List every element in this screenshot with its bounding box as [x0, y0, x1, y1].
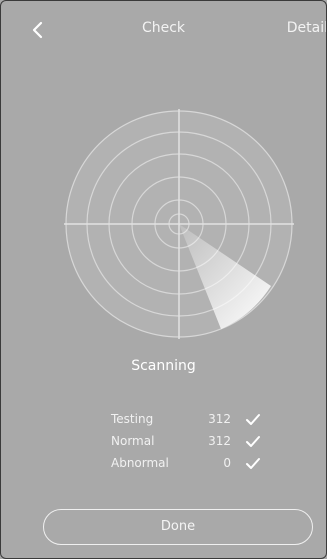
check-icon	[246, 436, 260, 447]
done-button[interactable]: Done	[43, 509, 313, 545]
check-icon	[246, 414, 260, 425]
stat-value: 0	[223, 456, 231, 470]
stat-label: Abnormal	[111, 456, 169, 470]
detail-button[interactable]: Detail	[287, 20, 326, 36]
stats-list: Testing 312 Normal 312 Abnormal 0	[111, 412, 271, 478]
page-title: Check	[141, 20, 186, 36]
check-icon	[246, 458, 260, 469]
stat-label: Normal	[111, 434, 155, 448]
radar-scan-graphic	[64, 109, 294, 339]
phone-frame: Check Detail Scanning Testing 312 Normal…	[0, 0, 327, 559]
stat-label: Testing	[111, 412, 154, 426]
top-bar: Check Detail	[1, 1, 326, 59]
stat-row-abnormal: Abnormal 0	[111, 456, 271, 478]
stat-row-normal: Normal 312	[111, 434, 271, 456]
stat-value: 312	[208, 412, 231, 426]
stat-value: 312	[208, 434, 231, 448]
scan-status: Scanning	[131, 358, 196, 374]
stat-row-testing: Testing 312	[111, 412, 271, 434]
